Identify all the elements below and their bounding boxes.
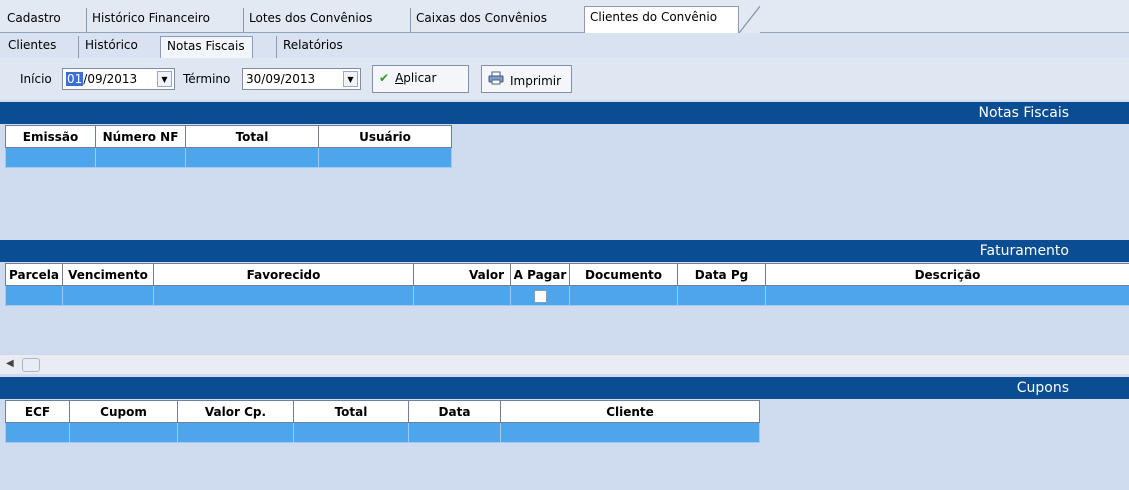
cupons-title: Cupons — [1016, 380, 1069, 396]
table-cell[interactable] — [69, 422, 178, 443]
column-header[interactable]: Data Pg — [677, 263, 766, 286]
table-cell[interactable] — [5, 285, 63, 306]
column-header[interactable]: Emissão — [5, 125, 96, 148]
notas-fiscais-header-row: Emissão Número NF Total Usuário — [5, 125, 452, 148]
column-header[interactable]: Número NF — [95, 125, 186, 148]
column-header[interactable]: Valor — [413, 263, 511, 286]
table-cell[interactable] — [177, 422, 294, 443]
chevron-down-icon[interactable]: ▼ — [157, 71, 172, 87]
table-cell[interactable] — [510, 285, 570, 306]
chevron-down-icon[interactable]: ▼ — [343, 71, 358, 87]
tab-clientes-do-convenio[interactable]: Clientes do Convênio — [584, 6, 760, 34]
table-cell[interactable] — [185, 147, 319, 168]
horizontal-scrollbar[interactable]: ◀ — [0, 354, 1129, 374]
table-cell[interactable] — [5, 147, 96, 168]
tab-caixas-dos-convenios[interactable]: Caixas dos Convênios — [410, 8, 553, 33]
a-pagar-checkbox[interactable] — [533, 289, 547, 303]
table-cell[interactable] — [569, 285, 678, 306]
column-header[interactable]: Vencimento — [62, 263, 154, 286]
table-cell[interactable] — [408, 422, 501, 443]
notas-fiscais-grid: Emissão Número NF Total Usuário — [5, 125, 452, 168]
start-date-label: Início — [20, 72, 52, 86]
column-header[interactable]: Total — [185, 125, 319, 148]
column-header[interactable]: Favorecido — [153, 263, 414, 286]
tab-relatorios[interactable]: Relatórios — [276, 36, 350, 58]
cupons-header: Cupons — [0, 377, 1129, 399]
table-cell[interactable] — [153, 285, 414, 306]
start-date-rest: /09/2013 — [83, 72, 138, 86]
column-header[interactable]: Parcela — [5, 263, 63, 286]
table-cell[interactable] — [677, 285, 766, 306]
table-cell[interactable] — [5, 422, 70, 443]
table-cell[interactable] — [413, 285, 511, 306]
table-cell[interactable] — [62, 285, 154, 306]
column-header[interactable]: Descrição — [765, 263, 1129, 286]
print-button[interactable]: Imprimir — [481, 65, 572, 93]
column-header[interactable]: Documento — [569, 263, 678, 286]
notas-fiscais-header: Notas Fiscais — [0, 102, 1129, 124]
apply-label-rest: plicar — [403, 71, 437, 85]
table-cell[interactable] — [318, 147, 452, 168]
arrow-left-icon[interactable]: ◀ — [6, 358, 14, 369]
column-header[interactable]: Cliente — [500, 400, 760, 423]
table-cell[interactable] — [500, 422, 760, 443]
end-date-value: 30/09/2013 — [246, 72, 316, 86]
faturamento-header: Faturamento — [0, 240, 1129, 262]
faturamento-grid: Parcela Vencimento Favorecido Valor A Pa… — [5, 263, 1129, 306]
column-header[interactable]: Valor Cp. — [177, 400, 294, 423]
cupons-grid: ECF Cupom Valor Cp. Total Data Cliente — [5, 400, 760, 443]
column-header[interactable]: A Pagar — [510, 263, 570, 286]
tab-cadastro[interactable]: Cadastro — [2, 8, 67, 33]
scrollbar-thumb[interactable] — [22, 358, 40, 372]
apply-button[interactable]: ✔ Aplicar — [372, 65, 469, 93]
table-row[interactable] — [5, 422, 760, 443]
table-row[interactable] — [5, 285, 1129, 306]
printer-icon — [488, 71, 504, 88]
column-header[interactable]: Total — [293, 400, 409, 423]
table-cell[interactable] — [765, 285, 1129, 306]
cupons-header-row: ECF Cupom Valor Cp. Total Data Cliente — [5, 400, 760, 423]
column-header[interactable]: Usuário — [318, 125, 452, 148]
tab-lotes-dos-convenios[interactable]: Lotes dos Convênios — [243, 8, 378, 33]
tab-historico-financeiro[interactable]: Histórico Financeiro — [86, 8, 216, 33]
table-row[interactable] — [5, 147, 452, 168]
column-header[interactable]: Data — [408, 400, 501, 423]
tab-historico[interactable]: Histórico — [78, 36, 145, 58]
table-cell[interactable] — [95, 147, 186, 168]
sub-tab-bar: Clientes Histórico Notas Fiscais Relatór… — [0, 33, 1129, 58]
main-tab-bar: Cadastro Histórico Financeiro Lotes dos … — [0, 0, 1129, 34]
print-label: Imprimir — [510, 74, 562, 88]
check-icon: ✔ — [379, 71, 390, 85]
tab-clientes[interactable]: Clientes — [2, 36, 63, 58]
start-date-day: 01 — [66, 72, 84, 86]
faturamento-header-row: Parcela Vencimento Favorecido Valor A Pa… — [5, 263, 1129, 286]
start-date-field[interactable]: 01/09/2013 ▼ — [62, 68, 175, 90]
column-header[interactable]: Cupom — [69, 400, 178, 423]
faturamento-title: Faturamento — [979, 243, 1069, 259]
table-cell[interactable] — [293, 422, 409, 443]
column-header[interactable]: ECF — [5, 400, 70, 423]
end-date-label: Término — [183, 72, 231, 86]
tab-notas-fiscais[interactable]: Notas Fiscais — [160, 36, 253, 58]
end-date-field[interactable]: 30/09/2013 ▼ — [242, 68, 361, 90]
filter-toolbar: Início 01/09/2013 ▼ Término 30/09/2013 ▼… — [0, 58, 1129, 100]
notas-fiscais-title: Notas Fiscais — [978, 105, 1069, 121]
